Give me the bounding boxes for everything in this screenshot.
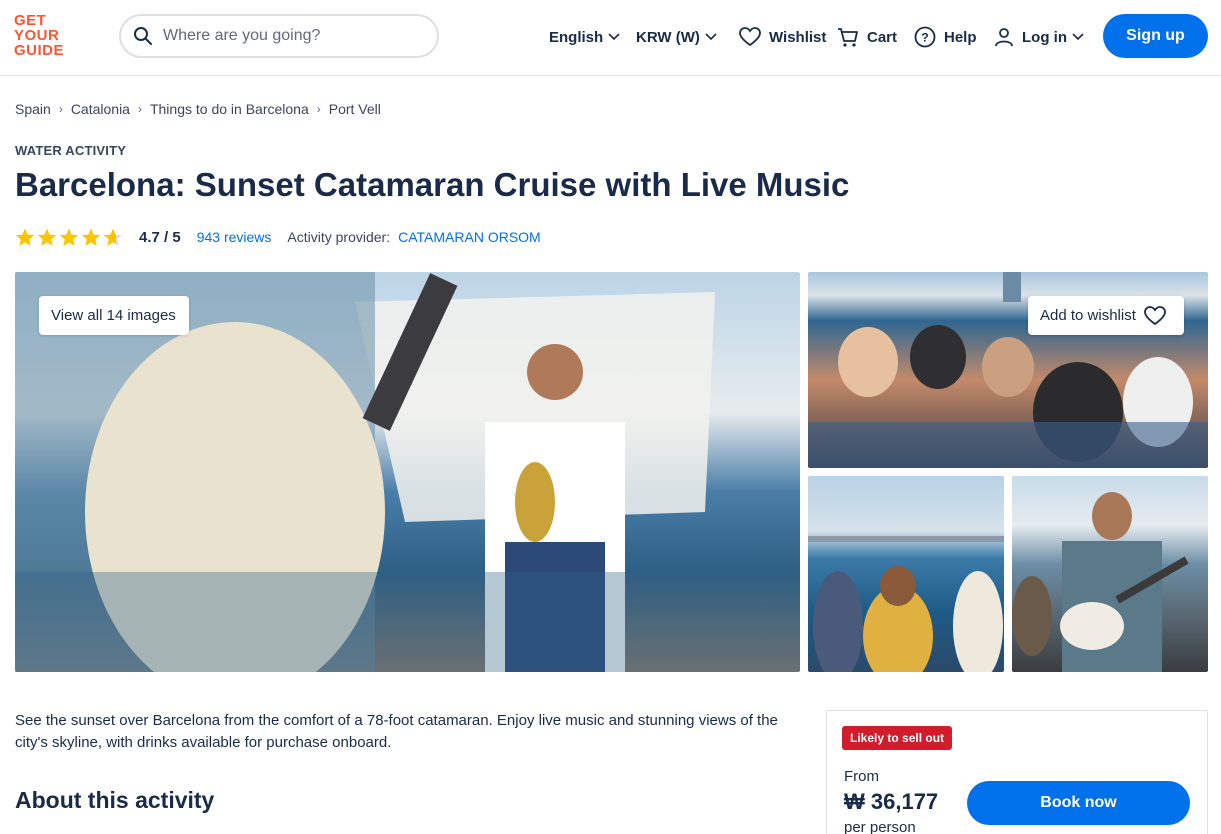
- login-label: Log in: [1022, 28, 1067, 46]
- heart-icon: [1143, 305, 1166, 325]
- login-menu[interactable]: Log in: [994, 24, 1084, 50]
- star-icon: [81, 228, 101, 246]
- page-title: Barcelona: Sunset Catamaran Cruise with …: [15, 166, 850, 203]
- getyourguide-logo[interactable]: GET YOUR GUIDE: [14, 13, 72, 59]
- currency-label: KRW (W): [636, 28, 700, 46]
- rating-score: 4.7 / 5: [139, 228, 181, 246]
- cart-icon: [838, 28, 858, 47]
- breadcrumb-separator: ›: [137, 102, 142, 116]
- provider-link[interactable]: CATAMARAN ORSOM: [398, 229, 541, 245]
- star-rating: [15, 228, 125, 247]
- activity-category: WATER ACTIVITY: [15, 143, 127, 158]
- view-all-images-button[interactable]: View all 14 images: [39, 296, 189, 335]
- price-from-label: From: [844, 768, 879, 785]
- breadcrumb-separator: ›: [58, 102, 63, 116]
- star-icon: [59, 228, 79, 246]
- star-icon: [15, 228, 35, 246]
- add-to-wishlist-label: Add to wishlist: [1040, 307, 1136, 324]
- breadcrumb-item[interactable]: Things to do in Barcelona: [150, 101, 309, 117]
- signup-button[interactable]: Sign up: [1103, 14, 1208, 58]
- photo-guitarist[interactable]: [1012, 476, 1208, 672]
- wishlist-label: Wishlist: [769, 28, 827, 46]
- about-heading: About this activity: [15, 787, 215, 813]
- currency-selector[interactable]: KRW (W): [636, 24, 717, 50]
- chevron-down-icon: [705, 33, 717, 41]
- help-icon: ?: [914, 26, 936, 48]
- wishlist-link[interactable]: Wishlist: [739, 24, 826, 50]
- chevron-down-icon: [608, 33, 620, 41]
- breadcrumb-item[interactable]: Spain: [15, 101, 51, 117]
- reviews-link[interactable]: 943 reviews: [197, 229, 272, 245]
- add-to-wishlist-button[interactable]: Add to wishlist: [1028, 296, 1184, 335]
- search-input[interactable]: [163, 27, 403, 45]
- cart-link[interactable]: Cart: [837, 24, 897, 50]
- price-per-person: per person: [844, 819, 916, 834]
- price-value: ₩ 36,177: [844, 789, 939, 814]
- cart-label: Cart: [867, 28, 898, 46]
- photo-guests-sea-view[interactable]: [808, 476, 1004, 672]
- book-now-button[interactable]: Book now: [967, 781, 1190, 825]
- svg-text:?: ?: [921, 31, 928, 45]
- half-star-icon: [103, 228, 123, 246]
- help-label: Help: [944, 28, 977, 46]
- breadcrumb-item[interactable]: Catalonia: [71, 101, 130, 117]
- logo-line-3: GUIDE: [14, 42, 65, 59]
- breadcrumb: Spain › Catalonia › Things to do in Barc…: [15, 101, 381, 117]
- activity-description: See the sunset over Barcelona from the c…: [15, 712, 778, 751]
- help-link[interactable]: ? Help: [914, 24, 977, 50]
- sell-out-badge: Likely to sell out: [842, 726, 953, 750]
- breadcrumb-separator: ›: [316, 102, 321, 116]
- search-bar[interactable]: [119, 14, 439, 58]
- heart-icon: [739, 27, 761, 47]
- search-icon: [134, 27, 152, 45]
- site-header: GET YOUR GUIDE English KRW (W) Wishlist …: [0, 0, 1221, 76]
- language-label: English: [549, 28, 604, 46]
- rating-row: 4.7 / 5 943 reviews Activity provider: C…: [15, 226, 541, 248]
- star-icon: [37, 228, 57, 246]
- chevron-down-icon: [1072, 33, 1084, 41]
- logo-line-2: YOUR: [14, 27, 60, 44]
- photo-scene: [808, 536, 1004, 672]
- photo-scene: [1012, 492, 1189, 672]
- language-selector[interactable]: English: [549, 24, 620, 50]
- user-icon: [995, 28, 1013, 47]
- breadcrumb-item[interactable]: Port Vell: [329, 101, 381, 117]
- logo-line-1: GET: [14, 12, 47, 29]
- provider-label: Activity provider:: [287, 229, 391, 245]
